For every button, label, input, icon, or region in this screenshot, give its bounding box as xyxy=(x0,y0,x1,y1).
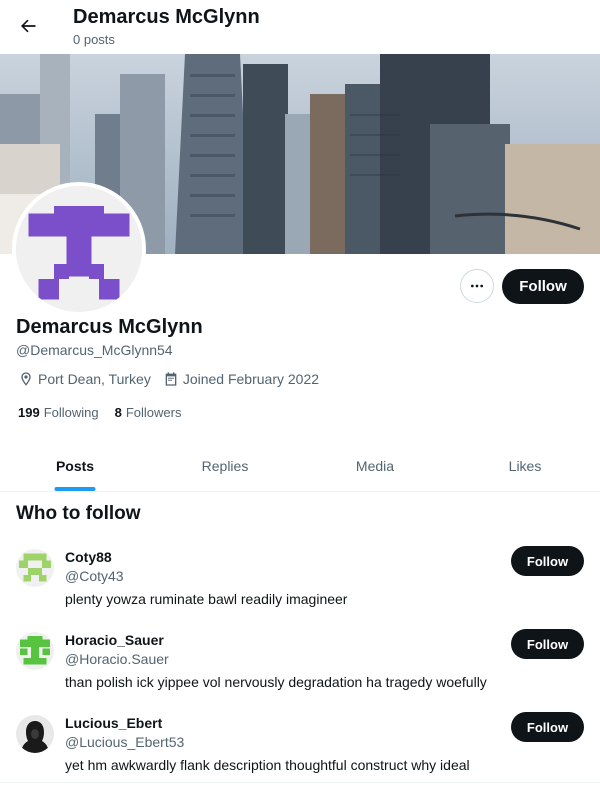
more-options-button[interactable] xyxy=(460,269,494,303)
who-to-follow-title: Who to follow xyxy=(16,503,141,524)
following-link[interactable]: 199 Following xyxy=(18,405,99,420)
joined-text: Joined February 2022 xyxy=(182,371,320,387)
suggestion-follow-button[interactable]: Follow xyxy=(511,546,584,576)
tab-replies[interactable]: Replies xyxy=(150,440,300,491)
suggestion-handle: @Lucious_Ebert53 xyxy=(65,734,185,750)
tab-label: Media xyxy=(355,457,395,474)
follow-counts: 199 Following 8 Followers xyxy=(18,405,197,420)
suggestion-avatar[interactable] xyxy=(16,632,54,670)
more-horizontal-icon xyxy=(471,284,483,288)
followers-count: 8 xyxy=(114,405,122,420)
follow-button[interactable]: Follow xyxy=(502,269,584,304)
suggestion-name[interactable]: Horacio_Sauer xyxy=(65,632,164,648)
tab-likes[interactable]: Likes xyxy=(450,440,600,491)
back-button[interactable] xyxy=(12,10,44,42)
suggestion-follow-button[interactable]: Follow xyxy=(511,712,584,742)
active-tab-indicator xyxy=(54,487,96,491)
suggestion-handle: @Horacio.Sauer xyxy=(65,651,169,667)
profile-name: Demarcus McGlynn xyxy=(16,316,203,338)
header-title: Demarcus McGlynn xyxy=(73,6,260,28)
photo-avatar-image xyxy=(16,715,54,753)
profile-meta: Port Dean, Turkey Joined February 2022 xyxy=(18,371,331,387)
suggestion-bio: yet hm awkwardly flank description thoug… xyxy=(65,757,470,773)
suggestion-item[interactable]: Horacio_Sauer @Horacio.Sauer than polish… xyxy=(0,629,600,712)
identicon-avatar-image xyxy=(16,549,54,587)
profile-location: Port Dean, Turkey xyxy=(18,371,151,387)
profile-tabs: Posts Replies Media Likes xyxy=(0,440,600,492)
suggestion-name[interactable]: Lucious_Ebert xyxy=(65,715,162,731)
tab-label: Replies xyxy=(201,457,249,474)
tab-posts[interactable]: Posts xyxy=(0,440,150,491)
tab-media[interactable]: Media xyxy=(300,440,450,491)
suggestion-avatar[interactable] xyxy=(16,549,54,587)
suggestion-handle: @Coty43 xyxy=(65,568,124,584)
top-bar: Demarcus McGlynn 0 posts xyxy=(0,0,600,54)
arrow-left-icon xyxy=(21,19,36,33)
following-label: Following xyxy=(43,405,99,420)
profile-avatar[interactable] xyxy=(12,182,146,316)
profile-handle: @Demarcus_McGlynn54 xyxy=(16,342,173,358)
tab-label: Posts xyxy=(55,457,95,474)
location-pin-icon xyxy=(18,371,34,387)
header-post-count: 0 posts xyxy=(73,32,115,47)
followers-label: Followers xyxy=(125,405,182,420)
identicon-avatar-image xyxy=(16,632,54,670)
calendar-icon xyxy=(163,371,179,387)
suggestion-item[interactable]: Lucious_Ebert @Lucious_Ebert53 yet hm aw… xyxy=(0,712,600,795)
followers-link[interactable]: 8 Followers xyxy=(115,405,182,420)
suggestion-item[interactable]: Coty88 @Coty43 plenty yowza ruminate baw… xyxy=(0,546,600,629)
identicon-avatar-image xyxy=(16,186,142,312)
following-count: 199 xyxy=(18,405,40,420)
suggestion-name[interactable]: Coty88 xyxy=(65,549,112,565)
suggestion-avatar[interactable] xyxy=(16,715,54,753)
location-text: Port Dean, Turkey xyxy=(38,371,151,387)
profile-joined: Joined February 2022 xyxy=(163,371,319,387)
suggestion-bio: plenty yowza ruminate bawl readily imagi… xyxy=(65,591,348,607)
suggestion-follow-button[interactable]: Follow xyxy=(511,629,584,659)
suggestion-bio: than polish ick yippee vol nervously deg… xyxy=(65,674,487,690)
tab-label: Likes xyxy=(508,457,542,474)
section-divider xyxy=(0,782,600,783)
